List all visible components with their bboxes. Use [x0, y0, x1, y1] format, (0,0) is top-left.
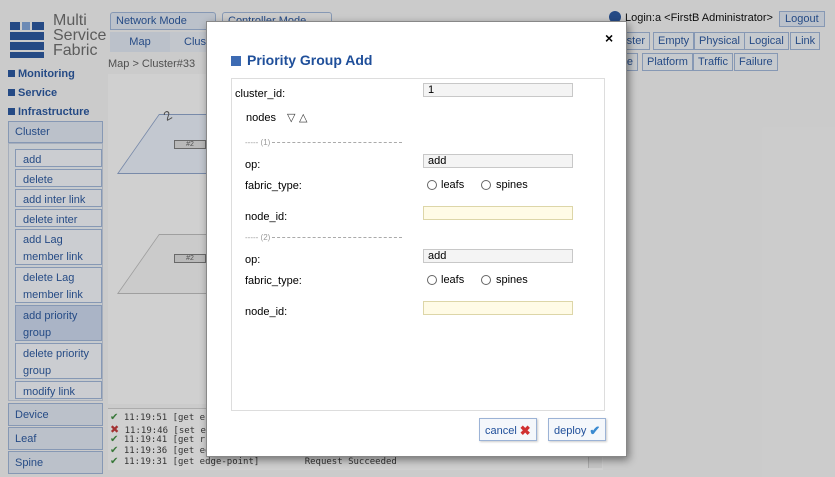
op-label: op: — [245, 159, 261, 171]
fabric-type-spines-radio[interactable] — [481, 275, 491, 285]
fabric-type-spines-radio[interactable] — [481, 180, 491, 190]
node-entry-separator-label: ----- (2) — [245, 233, 271, 242]
deploy-button[interactable]: deploy ✔ — [548, 418, 607, 441]
fabric-type-leafs-radio[interactable] — [427, 275, 437, 285]
close-icon[interactable]: × — [605, 30, 613, 46]
form-panel: cluster_id: 1 nodes ▽ △ ----- (1) op: ad… — [231, 78, 605, 411]
dialog-title-text: Priority Group Add — [247, 52, 373, 68]
fabric-type-leafs-label[interactable]: leafs — [441, 179, 464, 191]
cluster-id-label: cluster_id: — [235, 88, 286, 100]
op-label: op: — [245, 254, 261, 266]
nodes-label: nodes — [246, 112, 276, 124]
op-input[interactable]: add — [423, 249, 573, 263]
cancel-button-label: cancel — [485, 425, 517, 437]
dialog-title: Priority Group Add — [231, 52, 372, 68]
node-id-label: node_id: — [245, 306, 288, 318]
op-input[interactable]: add — [423, 154, 573, 168]
node-entry-separator-label: ----- (1) — [245, 138, 271, 147]
node-entry-separator: ----- (2) — [245, 233, 403, 242]
fabric-type-label: fabric_type: — [245, 180, 302, 192]
close-x-icon: ✖ — [519, 423, 531, 438]
node-id-label: node_id: — [245, 211, 288, 223]
fabric-type-spines-label[interactable]: spines — [496, 179, 528, 191]
cluster-id-input[interactable]: 1 — [423, 83, 573, 97]
node-id-input[interactable] — [423, 206, 573, 220]
cancel-button[interactable]: cancel ✖ — [479, 418, 537, 441]
deploy-button-label: deploy — [554, 425, 587, 437]
nodes-collapse-up-icon[interactable]: △ — [299, 111, 307, 124]
fabric-type-spines-label[interactable]: spines — [496, 274, 528, 286]
fabric-type-leafs-radio[interactable] — [427, 180, 437, 190]
node-entry-separator: ----- (1) — [245, 138, 403, 147]
checkmark-icon: ✔ — [589, 423, 601, 438]
nodes-expand-down-icon[interactable]: ▽ — [287, 111, 295, 124]
priority-group-add-dialog: × Priority Group Add cluster_id: 1 nodes… — [206, 21, 627, 457]
square-icon — [231, 56, 241, 66]
fabric-type-label: fabric_type: — [245, 275, 302, 287]
node-id-input[interactable] — [423, 301, 573, 315]
fabric-type-leafs-label[interactable]: leafs — [441, 274, 464, 286]
